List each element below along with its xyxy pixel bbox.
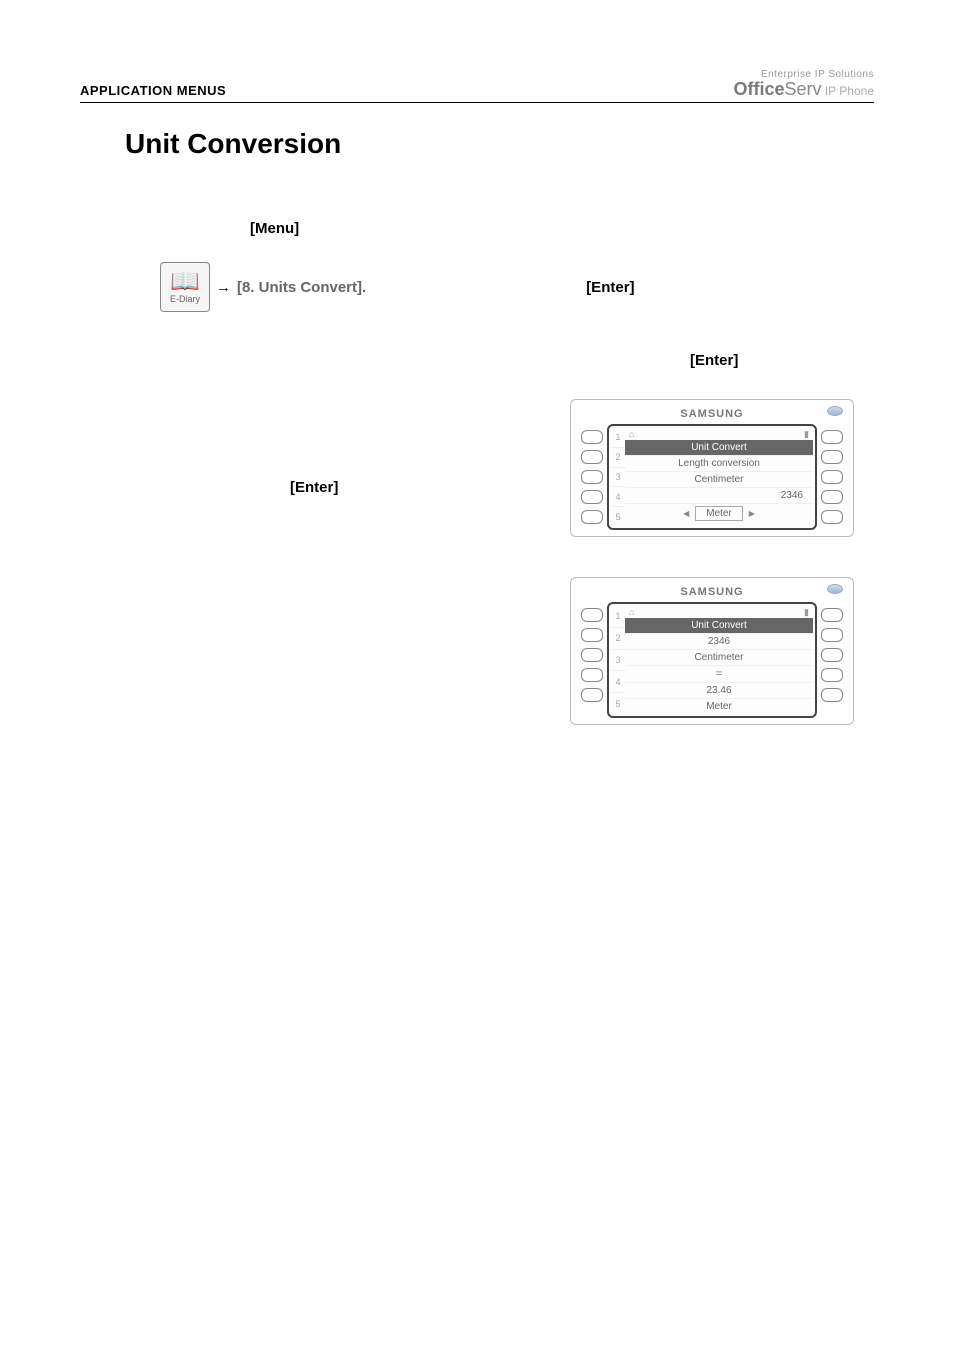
row-number: 2 <box>611 628 625 650</box>
softkey-button[interactable] <box>581 668 603 682</box>
ediary-icon: 📖 E-Diary <box>160 262 210 312</box>
phone-brand-label: SAMSUNG <box>577 408 847 420</box>
softkey-button[interactable] <box>821 688 843 702</box>
home-icon: ⌂ <box>629 429 634 439</box>
input-value: 2346 <box>625 487 813 503</box>
book-icon: 📖 <box>170 270 200 294</box>
softkey-button[interactable] <box>581 608 603 622</box>
from-value: 2346 <box>625 633 813 649</box>
navigation-step-row: 📖 E-Diary → [8. Units Convert]. [Enter] <box>160 262 874 312</box>
softkey-button[interactable] <box>581 450 603 464</box>
signal-icon: ▮ <box>804 429 809 440</box>
softkey-button[interactable] <box>821 490 843 504</box>
led-indicator <box>827 406 843 416</box>
softkey-button[interactable] <box>581 688 603 702</box>
page-header: APPLICATION MENUS Enterprise IP Solution… <box>80 70 874 103</box>
enter-key-label: [Enter] <box>586 279 634 296</box>
row-number: 2 <box>611 448 625 468</box>
softkey-button[interactable] <box>821 450 843 464</box>
status-bar: ⌂ ▮ <box>625 606 813 618</box>
row-number: 1 <box>611 428 625 448</box>
row-number: 4 <box>611 487 625 507</box>
screen-title: Unit Convert <box>625 618 813 633</box>
phone-screen: 1 2 3 4 5 ⌂ ▮ Unit C <box>607 424 817 530</box>
softkey-button[interactable] <box>821 510 843 524</box>
row-number-column: 1 2 3 4 5 <box>611 606 625 714</box>
menu-key-label: [Menu] <box>250 220 874 237</box>
to-unit-selector[interactable]: ◀ Meter ▶ <box>625 503 813 523</box>
brand-logo-text: OfficeServ IP Phone <box>733 80 874 98</box>
arrow-icon: → <box>216 279 231 296</box>
softkey-button[interactable] <box>581 628 603 642</box>
softkey-button[interactable] <box>581 430 603 444</box>
from-unit-label: Centimeter <box>625 649 813 665</box>
page-title: Unit Conversion <box>125 128 874 160</box>
led-indicator <box>827 584 843 594</box>
left-arrow-icon[interactable]: ◀ <box>683 509 689 518</box>
phone-brand-label: SAMSUNG <box>577 586 847 598</box>
menu-item-units-convert: [8. Units Convert]. <box>237 279 366 296</box>
right-softkeys <box>817 424 847 530</box>
softkey-button[interactable] <box>581 510 603 524</box>
row-number-column: 1 2 3 4 5 <box>611 428 625 526</box>
row-number: 1 <box>611 606 625 628</box>
softkey-button[interactable] <box>821 608 843 622</box>
phone-mockup-input: SAMSUNG 1 2 <box>570 399 854 537</box>
softkey-button[interactable] <box>581 490 603 504</box>
signal-icon: ▮ <box>804 607 809 618</box>
softkey-button[interactable] <box>581 470 603 484</box>
home-icon: ⌂ <box>629 607 634 617</box>
conversion-type-label: Length conversion <box>625 455 813 471</box>
phone-mockup-result: SAMSUNG 1 2 <box>570 577 854 725</box>
header-brand: Enterprise IP Solutions OfficeServ IP Ph… <box>733 70 874 98</box>
to-unit-label: Meter <box>695 506 743 521</box>
softkey-button[interactable] <box>821 648 843 662</box>
softkey-button[interactable] <box>821 628 843 642</box>
row-number: 3 <box>611 468 625 488</box>
result-value: 23.46 <box>625 682 813 698</box>
right-arrow-icon[interactable]: ▶ <box>749 509 755 518</box>
row-number: 3 <box>611 650 625 672</box>
left-softkeys <box>577 602 607 718</box>
status-bar: ⌂ ▮ <box>625 428 813 440</box>
softkey-button[interactable] <box>821 470 843 484</box>
phone-screen: 1 2 3 4 5 ⌂ ▮ Unit C <box>607 602 817 718</box>
brand-bold: Office <box>733 79 784 99</box>
row-number: 5 <box>611 693 625 714</box>
equals-label: = <box>625 665 813 682</box>
enter-key-label: [Enter] <box>290 479 338 496</box>
icon-caption: E-Diary <box>170 294 200 304</box>
softkey-button[interactable] <box>581 648 603 662</box>
brand-ip: IP Phone <box>822 84 875 98</box>
header-section-label: APPLICATION MENUS <box>80 83 226 98</box>
row-number: 4 <box>611 671 625 693</box>
to-unit-label: Meter <box>625 698 813 714</box>
screen-title: Unit Convert <box>625 440 813 455</box>
enter-key-label: [Enter] <box>690 352 874 369</box>
softkey-button[interactable] <box>821 668 843 682</box>
right-softkeys <box>817 602 847 718</box>
row-number: 5 <box>611 507 625 526</box>
left-softkeys <box>577 424 607 530</box>
from-unit-label: Centimeter <box>625 471 813 487</box>
brand-rest: Serv <box>784 79 821 99</box>
softkey-button[interactable] <box>821 430 843 444</box>
